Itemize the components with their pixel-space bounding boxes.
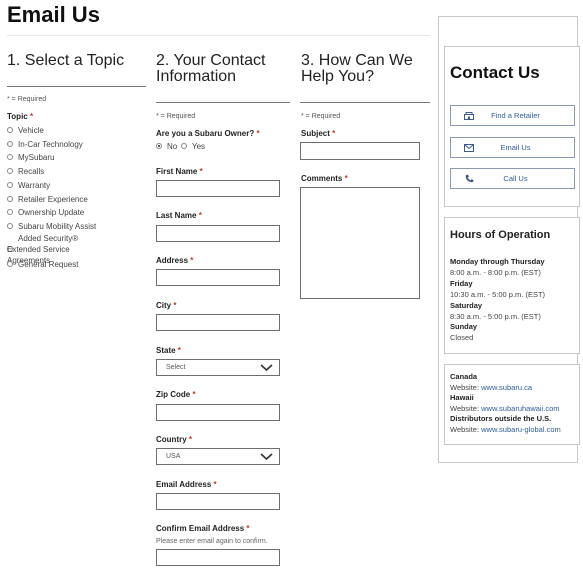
radio-icon (7, 168, 13, 174)
state-select[interactable]: Select (156, 359, 280, 376)
radio-icon (7, 223, 13, 229)
email-address-input[interactable] (156, 493, 280, 510)
page-title: Email Us (7, 2, 100, 27)
required-note: * = Required (156, 113, 196, 120)
hours-day: Sunday (450, 322, 478, 331)
distributor-link[interactable]: www.subaru-global.com (481, 425, 561, 434)
find-retailer-button[interactable]: Find a Retailer (450, 105, 575, 126)
help-heading-rule (300, 102, 430, 103)
topic-heading-rule (7, 86, 146, 87)
city-label: City * (156, 301, 177, 310)
hours-day: Saturday (450, 301, 483, 310)
radio-checked-icon (156, 143, 162, 149)
help-heading: 3. How Can We Help You? (301, 52, 413, 85)
last-name-label: Last Name * (156, 211, 202, 220)
first-name-label: First Name * (156, 167, 203, 176)
hours-time: 8:00 a.m. - 8:00 p.m. (EST) (450, 268, 541, 277)
envelope-icon (461, 139, 477, 157)
call-us-button[interactable]: Call Us (450, 168, 575, 189)
retailer-icon (461, 107, 477, 125)
confirm-email-input[interactable] (156, 549, 280, 566)
last-name-input[interactable] (156, 225, 280, 242)
topic-option-warranty[interactable]: Warranty (7, 180, 50, 190)
zip-code-input[interactable] (156, 404, 280, 421)
topic-option-general-request[interactable]: General Request (7, 259, 78, 269)
email-us-button[interactable]: Email Us (450, 137, 575, 158)
hours-heading: Hours of Operation (450, 229, 551, 241)
radio-icon (181, 143, 187, 149)
hours-day: Friday (450, 279, 473, 288)
distributor-link[interactable]: www.subaru.ca (481, 383, 532, 392)
topic-option-in-car-technology[interactable]: In-Car Technology (7, 139, 83, 149)
contact-info-heading-rule (156, 102, 290, 103)
distributor-link[interactable]: www.subaruhawaii.com (481, 404, 559, 413)
distributor-website: Website: www.subaru.ca (450, 383, 532, 392)
distributor-name: Hawaii (450, 393, 474, 402)
subject-input[interactable] (300, 142, 420, 160)
radio-icon (7, 154, 13, 160)
topic-option-mysubaru[interactable]: MySubaru (7, 152, 54, 162)
owner-yes-radio[interactable]: Yes (181, 141, 205, 151)
topic-option-recalls[interactable]: Recalls (7, 166, 44, 176)
topic-option-ownership-update[interactable]: Ownership Update (7, 207, 84, 217)
comments-textarea[interactable] (300, 187, 420, 299)
comments-label: Comments * (301, 174, 348, 183)
topic-option-mobility-assist[interactable]: Subaru Mobility Assist (7, 221, 96, 231)
contact-info-heading: 2. Your Contact Information (156, 52, 266, 85)
hours-panel: Hours of Operation Monday through Thursd… (444, 217, 580, 354)
email-address-label: Email Address * (156, 480, 217, 489)
country-label: Country * (156, 435, 193, 444)
required-note: * = Required (7, 96, 47, 103)
address-label: Address * (156, 256, 194, 265)
contact-us-heading: Contact Us (450, 63, 540, 82)
confirm-email-label: Confirm Email Address * (156, 524, 250, 533)
distributors-panel: Canada Website: www.subaru.ca Hawaii Web… (444, 364, 580, 445)
phone-icon (461, 170, 477, 188)
address-input[interactable] (156, 269, 280, 286)
title-divider (7, 35, 430, 36)
radio-icon (7, 209, 13, 215)
hours-day: Monday through Thursday (450, 257, 545, 266)
radio-icon (7, 196, 13, 202)
radio-icon (7, 261, 13, 267)
state-label: State * (156, 346, 181, 355)
distributor-website: Website: www.subaru-global.com (450, 425, 561, 434)
hours-time: Closed (450, 333, 474, 342)
owner-question-label: Are you a Subaru Owner? * (156, 129, 260, 138)
confirm-email-hint: Please enter email again to confirm. (156, 538, 268, 545)
owner-no-radio[interactable]: No (156, 141, 177, 151)
topic-option-retailer-experience[interactable]: Retailer Experience (7, 194, 88, 204)
city-input[interactable] (156, 314, 280, 331)
chevron-down-icon (260, 453, 273, 461)
hours-time: 10:30 a.m. - 5:00 p.m. (EST) (450, 290, 546, 299)
topic-option-vehicle[interactable]: Vehicle (7, 125, 44, 135)
topic-label: Topic * (7, 112, 34, 121)
radio-icon (7, 182, 13, 188)
distributor-name: Canada (450, 372, 478, 381)
country-select[interactable]: USA (156, 448, 280, 465)
zip-code-label: Zip Code * (156, 390, 196, 399)
radio-icon (7, 141, 13, 147)
first-name-input[interactable] (156, 180, 280, 197)
radio-icon (7, 127, 13, 133)
required-note: * = Required (301, 113, 341, 120)
distributor-website: Website: www.subaruhawaii.com (450, 404, 560, 413)
hours-time: 8:30 a.m. - 5:00 p.m. (EST) (450, 312, 541, 321)
topic-heading: 1. Select a Topic (7, 52, 125, 69)
subject-label: Subject * (301, 129, 336, 138)
chevron-down-icon (260, 364, 273, 372)
distributor-name: Distributors outside the U.S. (450, 414, 552, 423)
contact-us-panel: Contact Us Find a Retailer Email Us Call… (444, 46, 580, 207)
